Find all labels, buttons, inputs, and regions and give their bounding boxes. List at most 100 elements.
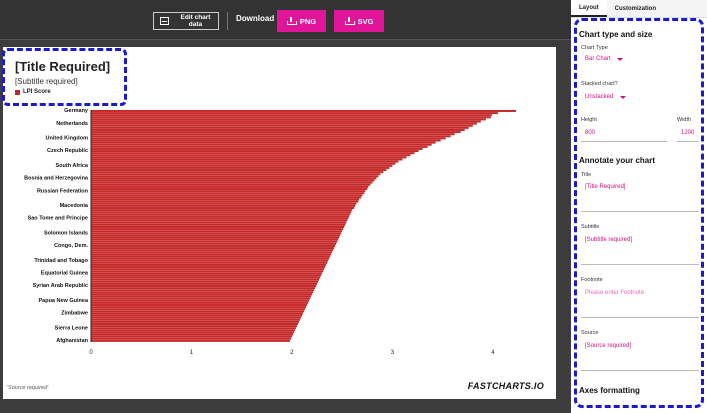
bar — [91, 110, 517, 112]
bar — [91, 112, 498, 115]
bar — [91, 131, 461, 134]
category-label: Netherlands — [56, 121, 88, 127]
bar — [91, 156, 407, 159]
top-toolbar: Edit chart data Download PNG SVG — [0, 0, 571, 40]
bar — [91, 171, 384, 174]
category-label: Trinidad and Tobago — [34, 258, 88, 264]
bar — [91, 337, 291, 340]
category-label: Bosnia and Herzegovina — [24, 176, 89, 182]
tab-customization[interactable]: Customization — [607, 0, 664, 17]
bar — [91, 114, 492, 117]
category-label: Solomon Islands — [44, 230, 88, 236]
bar — [91, 143, 432, 146]
x-tick-label: 1 — [190, 350, 194, 356]
bar — [91, 164, 393, 167]
bar — [91, 335, 292, 338]
section-annotate: Annotate your chart — [579, 156, 656, 165]
bar — [91, 147, 423, 150]
category-label: South Africa — [56, 163, 89, 169]
height-input[interactable]: 800 — [585, 130, 595, 136]
bar — [91, 213, 351, 216]
source-label: Source — [581, 330, 599, 336]
bar — [91, 162, 396, 165]
bar — [91, 160, 399, 163]
category-label: Sao Tome and Principe — [28, 216, 88, 222]
title-input[interactable]: [Title Required] — [585, 184, 625, 190]
bar — [91, 188, 368, 190]
bar — [91, 282, 318, 285]
bar — [91, 198, 360, 201]
footnote-label: Footnote — [581, 277, 603, 283]
app-window: Edit chart data Download PNG SVG [Title … — [0, 0, 707, 413]
bar — [91, 190, 366, 193]
chevron-down-icon — [620, 96, 626, 99]
bar — [91, 194, 363, 197]
bar — [91, 320, 299, 323]
title-underline — [581, 211, 699, 212]
bar — [91, 253, 332, 256]
category-label: Afghanistan — [56, 338, 88, 344]
bar — [91, 323, 298, 325]
x-tick-label: 3 — [391, 350, 395, 356]
bar — [91, 154, 411, 157]
bar — [91, 133, 455, 136]
bar — [91, 308, 306, 311]
bar — [91, 196, 362, 199]
bar — [91, 272, 323, 275]
bar — [91, 251, 333, 254]
bar — [91, 217, 349, 220]
bar — [91, 152, 415, 155]
table-icon — [160, 17, 169, 25]
bar — [91, 274, 322, 277]
bar — [91, 209, 353, 212]
subtitle-input[interactable]: [Subtitle required] — [585, 237, 632, 243]
bar — [91, 304, 308, 306]
bar — [91, 257, 330, 260]
bar — [91, 244, 336, 247]
bar — [91, 242, 337, 245]
bar — [91, 169, 387, 172]
bar — [91, 263, 327, 266]
download-png-button[interactable]: PNG — [277, 10, 326, 32]
bar — [91, 268, 325, 271]
bar — [91, 249, 334, 252]
category-label: Equatorial Guinea — [41, 271, 89, 277]
bar — [91, 276, 321, 279]
chevron-down-icon — [617, 58, 623, 61]
bar — [91, 204, 356, 207]
title-label: Title — [581, 172, 592, 178]
section-chart-type-size: Chart type and size — [579, 30, 653, 39]
footnote-input[interactable]: Please enter Footnote — [585, 290, 644, 296]
category-label: Congo, Dem. — [54, 243, 88, 249]
bar — [91, 295, 312, 298]
bar — [91, 173, 381, 176]
stacked-select[interactable]: Unstacked — [585, 94, 613, 100]
chart-subtitle: [Subtitle required] — [15, 77, 78, 86]
bar — [91, 207, 355, 209]
download-svg-button[interactable]: SVG — [334, 10, 384, 32]
bar — [91, 226, 345, 228]
chart-type-select[interactable]: Bar Chart — [585, 56, 611, 62]
bar — [91, 247, 335, 250]
bar — [91, 230, 343, 233]
bar — [91, 215, 350, 218]
bar — [91, 128, 465, 131]
bar — [91, 234, 341, 237]
section-axes-formatting: Axes formatting — [579, 386, 640, 395]
source-input[interactable]: [Source required] — [585, 343, 631, 349]
category-label: Zimbabwe — [61, 311, 88, 317]
width-input[interactable]: 1200 — [681, 130, 694, 136]
bar — [91, 137, 446, 140]
tab-layout[interactable]: Layout — [571, 0, 607, 17]
bar-chart-plot: 0 1 2 3 4 Germany Netherlands United Kingdom Cze… — [24, 108, 517, 356]
category-label: Macedonia — [60, 203, 89, 209]
panel-tabs: Layout Customization — [571, 0, 707, 18]
edit-chart-data-button[interactable]: Edit chart data — [153, 12, 219, 30]
bar — [91, 289, 315, 292]
bar — [91, 150, 419, 153]
bar — [91, 116, 491, 119]
bar — [91, 270, 324, 273]
bar — [91, 211, 352, 214]
source-underline — [581, 370, 699, 371]
bar — [91, 312, 303, 315]
